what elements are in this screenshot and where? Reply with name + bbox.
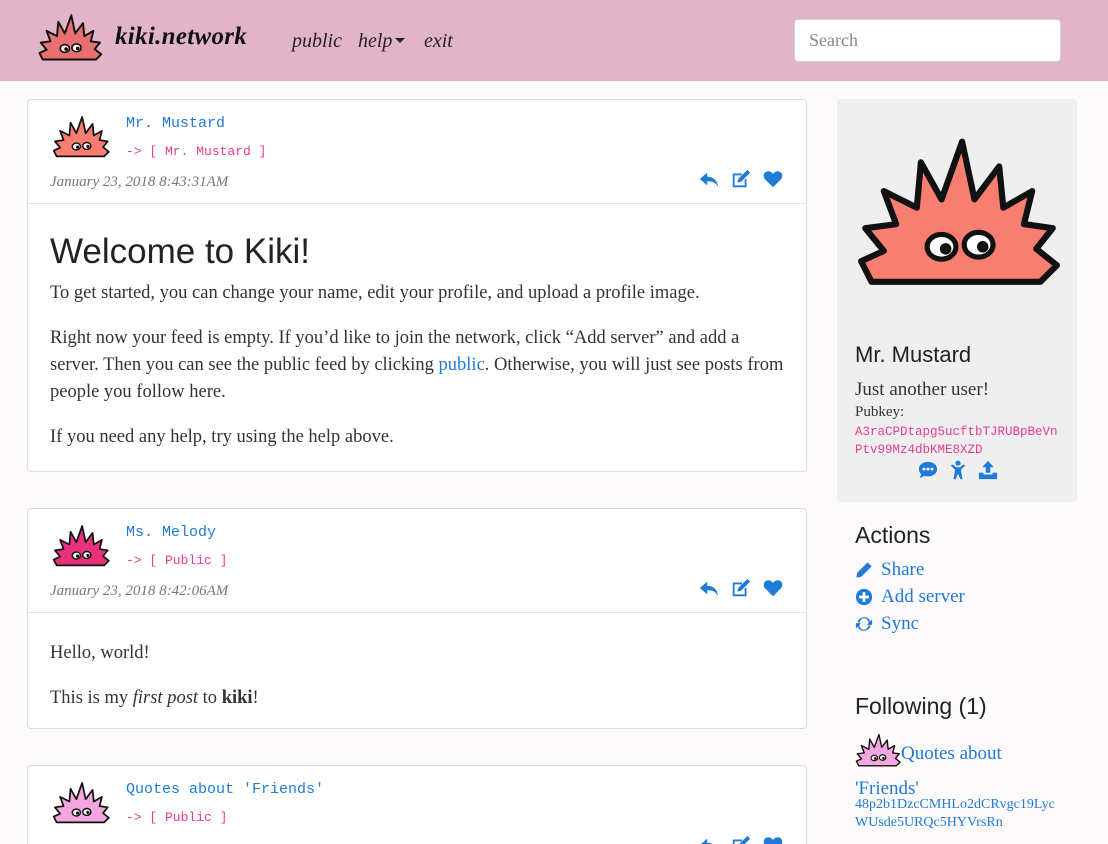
sync-label: Sync (881, 613, 919, 634)
following-pubkey[interactable]: 48p2b1DzcCMHLo2dCRvgc19LycWUsde5URQc5HYV… (855, 796, 1065, 832)
kiki-logo-icon[interactable] (36, 14, 104, 66)
edit-icon[interactable] (730, 168, 752, 190)
nav-help-dropdown[interactable]: help (358, 30, 406, 53)
edit-icon[interactable] (730, 834, 752, 844)
post-actions (698, 834, 784, 844)
nav-help-label: help (358, 30, 393, 52)
chevron-down-icon (395, 37, 406, 43)
post-body: Hello, world! This is my first post to k… (28, 613, 806, 728)
post-strong: kiki (221, 688, 253, 708)
feed-post: Mr. Mustard -> [ Mr. Mustard ] January 2… (27, 99, 807, 472)
post-heading: Welcome to Kiki! (50, 232, 310, 271)
pubkey-value: A3raCPDtapg5ucftbTJRUBpBeVnPtv99Mz4dbKME… (855, 425, 1058, 457)
profile-card: Mr. Mustard Just another user! Pubkey: A… (837, 99, 1077, 502)
post-paragraph: This is my first post to kiki! (50, 685, 784, 712)
edit-icon[interactable] (730, 577, 752, 599)
post-body: Welcome to Kiki! To get started, you can… (28, 204, 806, 471)
post-emphasis: first post (132, 688, 199, 708)
post-header: Quotes about 'Friends' -> [ Public ] (28, 766, 806, 844)
post-text: This is my (50, 688, 133, 708)
add-server-action[interactable]: Add server (855, 586, 965, 608)
search-input[interactable] (794, 19, 1061, 62)
profile-icon-bar (917, 460, 999, 480)
profile-name: Mr. Mustard (855, 342, 972, 367)
public-feed-link[interactable]: public (439, 355, 485, 375)
following-avatar[interactable] (855, 733, 901, 771)
heart-icon[interactable] (762, 577, 784, 599)
navbar: kiki.network public help exit (0, 0, 1108, 81)
author-avatar[interactable] (52, 523, 110, 573)
sync-action[interactable]: Sync (855, 613, 919, 635)
heart-icon[interactable] (762, 168, 784, 190)
pubkey-label: Pubkey: (855, 404, 905, 420)
nav-exit-link[interactable]: exit (424, 30, 453, 53)
post-author-link[interactable]: Mr. Mustard (126, 115, 225, 132)
brand-name[interactable]: kiki.network (115, 23, 247, 51)
author-avatar[interactable] (52, 780, 110, 830)
actions-title: Actions (855, 522, 931, 548)
add-server-label: Add server (881, 586, 965, 607)
post-paragraph: To get started, you can change your name… (50, 283, 700, 303)
author-avatar[interactable] (52, 114, 110, 164)
child-icon[interactable] (947, 460, 969, 480)
post-destination: -> [ Mr. Mustard ] (126, 144, 267, 159)
post-author-link[interactable]: Ms. Melody (126, 524, 216, 541)
post-actions (698, 577, 784, 599)
pencil-icon (856, 562, 872, 578)
post-text: to (198, 688, 222, 708)
post-date: January 23, 2018 8:43:31AM (50, 174, 229, 190)
post-date: January 23, 2018 8:42:06AM (50, 583, 229, 599)
post-paragraph: If you need any help, try using the help… (50, 427, 394, 447)
post-paragraph: Hello, world! (50, 643, 150, 663)
upload-icon[interactable] (977, 460, 999, 480)
post-destination: -> [ Public ] (126, 810, 228, 825)
heart-icon[interactable] (762, 834, 784, 844)
nav-public-link[interactable]: public (292, 30, 342, 53)
post-destination: -> [ Public ] (126, 553, 228, 568)
post-header: Mr. Mustard -> [ Mr. Mustard ] January 2… (28, 100, 806, 204)
profile-bio: Just another user! (855, 379, 990, 400)
profile-image[interactable] (855, 127, 1061, 313)
post-author-link[interactable]: Quotes about 'Friends' (126, 781, 324, 798)
plus-circle-icon (855, 588, 873, 606)
comments-icon[interactable] (917, 460, 939, 480)
share-label: Share (881, 559, 925, 580)
reply-icon[interactable] (698, 577, 720, 599)
post-text: ! (252, 688, 259, 708)
post-header: Ms. Melody -> [ Public ] January 23, 201… (28, 509, 806, 613)
share-action[interactable]: Share (855, 559, 924, 581)
feed-post: Ms. Melody -> [ Public ] January 23, 201… (27, 508, 807, 729)
reply-icon[interactable] (698, 168, 720, 190)
following-title: Following (1) (855, 693, 987, 719)
feed-post: Quotes about 'Friends' -> [ Public ] (27, 765, 807, 844)
sync-icon (855, 617, 873, 631)
post-paragraph: Right now your feed is empty. If you’d l… (50, 325, 784, 406)
post-actions (698, 168, 784, 190)
reply-icon[interactable] (698, 834, 720, 844)
